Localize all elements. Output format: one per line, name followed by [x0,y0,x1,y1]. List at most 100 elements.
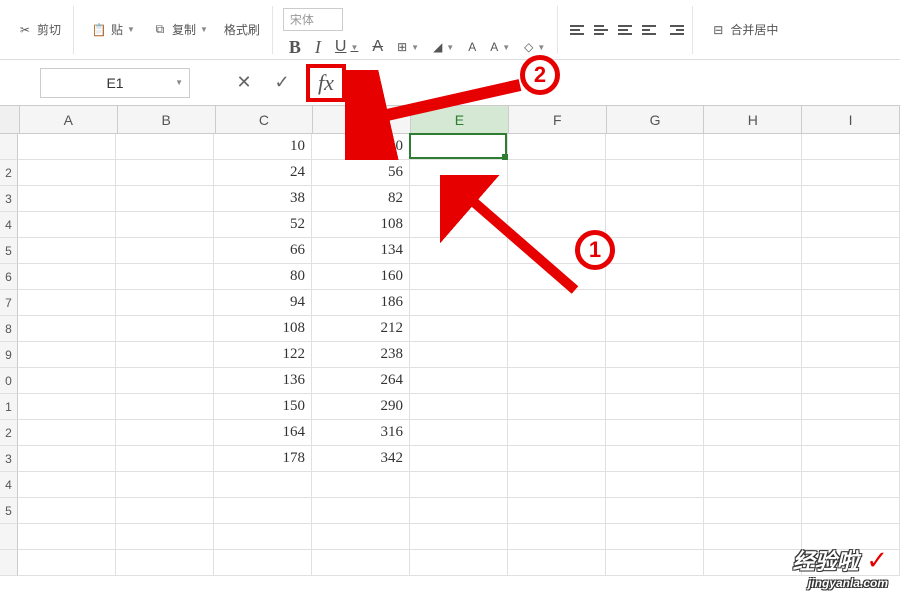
row-header[interactable]: 5 [0,238,18,264]
cell[interactable] [116,160,214,186]
cell[interactable] [704,290,802,316]
copy-button[interactable]: ⧉ 复制 ▼ [145,17,214,43]
border-button[interactable]: ⊞▼ [391,33,425,62]
cell[interactable] [18,446,116,472]
italic-button[interactable]: I [309,33,327,62]
cancel-formula-button[interactable]: ✕ [230,69,258,97]
cell[interactable] [508,472,606,498]
cell[interactable] [214,550,312,576]
cell[interactable] [410,550,508,576]
cell[interactable] [410,446,508,472]
column-header-G[interactable]: G [607,106,705,134]
cell[interactable] [802,316,900,342]
column-header-D[interactable]: D [313,106,411,134]
bold-button[interactable]: B [283,33,307,62]
cell[interactable] [18,212,116,238]
cell[interactable] [802,368,900,394]
cell[interactable] [802,524,900,550]
cell[interactable]: 80 [214,264,312,290]
cell[interactable] [410,498,508,524]
cell[interactable] [410,368,508,394]
cell[interactable] [606,160,704,186]
cell[interactable]: 24 [214,160,312,186]
cell[interactable] [704,186,802,212]
cell[interactable] [410,394,508,420]
cell[interactable] [606,316,704,342]
cell[interactable]: 10 [214,134,312,160]
cell[interactable] [116,472,214,498]
cell[interactable]: 264 [312,368,410,394]
cell[interactable] [704,394,802,420]
cell[interactable] [802,342,900,368]
cell[interactable] [508,290,606,316]
cell[interactable] [312,472,410,498]
row-header[interactable]: 6 [0,264,18,290]
column-header-H[interactable]: H [704,106,802,134]
row-header[interactable]: 3 [0,186,18,212]
cell[interactable] [508,238,606,264]
cell[interactable] [410,264,508,290]
cell[interactable] [18,498,116,524]
cell[interactable] [508,420,606,446]
font-size-increase-button[interactable]: A [462,33,482,62]
cell[interactable] [802,550,900,576]
column-header-F[interactable]: F [509,106,607,134]
cell[interactable] [508,550,606,576]
cell[interactable] [410,290,508,316]
cell[interactable]: 316 [312,420,410,446]
cell[interactable] [410,134,508,160]
cell[interactable] [606,134,704,160]
cell[interactable] [704,264,802,290]
column-header-E[interactable]: E [411,106,509,134]
cell[interactable]: 56 [312,160,410,186]
format-painter-button[interactable]: 格式刷 [218,17,266,42]
cell[interactable] [410,316,508,342]
cell[interactable] [704,420,802,446]
cell[interactable] [508,186,606,212]
cell[interactable]: 178 [214,446,312,472]
cell[interactable] [410,342,508,368]
row-header[interactable]: 2 [0,160,18,186]
cell[interactable] [704,446,802,472]
cell[interactable] [802,446,900,472]
cell[interactable]: 108 [312,212,410,238]
cell[interactable] [18,524,116,550]
row-header[interactable]: 0 [0,368,18,394]
cell[interactable] [606,342,704,368]
cell[interactable] [704,524,802,550]
cell[interactable] [802,290,900,316]
row-header[interactable] [0,134,18,160]
cell[interactable] [312,524,410,550]
cell[interactable] [116,238,214,264]
cell[interactable] [116,342,214,368]
row-header[interactable]: 8 [0,316,18,342]
cell[interactable]: 38 [214,186,312,212]
cell[interactable] [18,134,116,160]
cell[interactable] [312,498,410,524]
cell[interactable]: 164 [214,420,312,446]
cell[interactable] [802,498,900,524]
cell[interactable]: 238 [312,342,410,368]
cell[interactable] [116,368,214,394]
cell[interactable] [18,186,116,212]
cell[interactable] [116,524,214,550]
cell[interactable] [704,238,802,264]
cell[interactable]: 290 [312,394,410,420]
row-header[interactable] [0,524,18,550]
cell[interactable]: 186 [312,290,410,316]
cell[interactable] [508,212,606,238]
cell[interactable] [508,342,606,368]
cell[interactable] [704,550,802,576]
column-header-B[interactable]: B [118,106,216,134]
font-color-button[interactable]: A▼ [484,33,516,62]
cell[interactable]: 108 [214,316,312,342]
cell[interactable] [606,368,704,394]
underline-button[interactable]: U▼ [329,33,364,62]
cell[interactable] [606,186,704,212]
cell[interactable]: 150 [214,394,312,420]
cell[interactable] [508,446,606,472]
cell[interactable]: 134 [312,238,410,264]
cell[interactable] [606,238,704,264]
align-top-button[interactable] [568,19,590,41]
cell[interactable] [312,550,410,576]
